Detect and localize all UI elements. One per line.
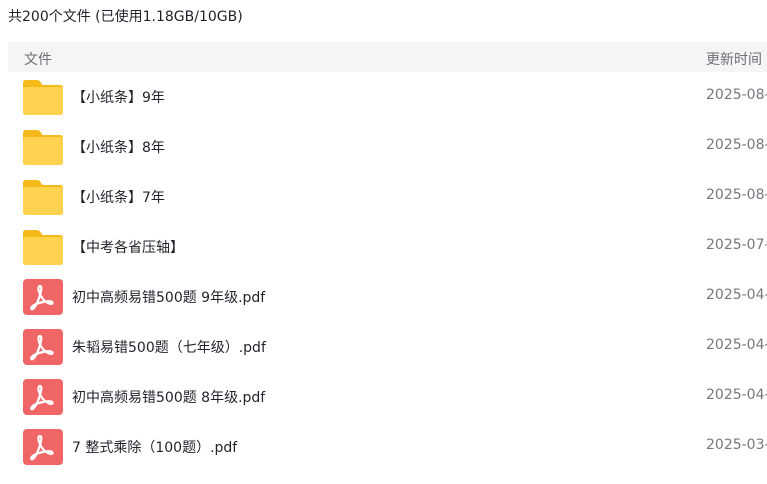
file-name[interactable]: 【小纸条】8年 bbox=[72, 137, 165, 157]
file-updated-time: 2025-04- bbox=[706, 387, 767, 403]
pdf-icon bbox=[23, 279, 63, 315]
file-row[interactable]: 【小纸条】9年 2025-08- bbox=[8, 72, 767, 122]
file-name[interactable]: 【小纸条】7年 bbox=[72, 187, 165, 207]
table-header: 文件 更新时间 bbox=[8, 42, 767, 72]
pdf-icon bbox=[23, 329, 63, 365]
file-name[interactable]: 初中高频易错500题 8年级.pdf bbox=[72, 387, 265, 407]
file-list: 【小纸条】9年 2025-08- 【小纸条】8年 2025-08- 【小纸条】7年 2… bbox=[8, 72, 767, 472]
file-name[interactable]: 【小纸条】9年 bbox=[72, 87, 165, 107]
file-name[interactable]: 【中考各省压轴】 bbox=[72, 237, 184, 257]
file-updated-time: 2025-04- bbox=[706, 337, 767, 353]
file-name[interactable]: 初中高频易错500题 9年级.pdf bbox=[72, 287, 265, 307]
pdf-icon bbox=[23, 379, 63, 415]
file-row[interactable]: 7 整式乘除（100题）.pdf 2025-03- bbox=[8, 422, 767, 472]
file-updated-time: 2025-08- bbox=[706, 137, 767, 153]
file-row[interactable]: 朱韬易错500题（七年级）.pdf 2025-04- bbox=[8, 322, 767, 372]
file-name[interactable]: 朱韬易错500题（七年级）.pdf bbox=[72, 337, 266, 357]
column-header-updated-time[interactable]: 更新时间 bbox=[706, 49, 762, 69]
pdf-icon bbox=[23, 429, 63, 465]
file-updated-time: 2025-08- bbox=[706, 187, 767, 203]
file-row[interactable]: 初中高频易错500题 9年级.pdf 2025-04- bbox=[8, 272, 767, 322]
file-updated-time: 2025-04- bbox=[706, 287, 767, 303]
file-row[interactable]: 【小纸条】7年 2025-08- bbox=[8, 172, 767, 222]
file-row[interactable]: 初中高频易错500题 8年级.pdf 2025-04- bbox=[8, 372, 767, 422]
folder-icon bbox=[23, 179, 63, 215]
file-updated-time: 2025-03- bbox=[706, 437, 767, 453]
file-row[interactable]: 【小纸条】8年 2025-08- bbox=[8, 122, 767, 172]
file-updated-time: 2025-07- bbox=[706, 237, 767, 253]
file-count-summary: 共200个文件 (已使用1.18GB/10GB) bbox=[8, 9, 243, 25]
file-name[interactable]: 7 整式乘除（100题）.pdf bbox=[72, 437, 237, 457]
column-header-name[interactable]: 文件 bbox=[24, 49, 52, 69]
folder-icon bbox=[23, 79, 63, 115]
file-row[interactable]: 【中考各省压轴】 2025-07- bbox=[8, 222, 767, 272]
folder-icon bbox=[23, 229, 63, 265]
folder-icon bbox=[23, 129, 63, 165]
file-table: 文件 更新时间 【小纸条】9年 2025-08- 【小纸条】8年 2025-08- … bbox=[8, 42, 767, 472]
file-updated-time: 2025-08- bbox=[706, 87, 767, 103]
